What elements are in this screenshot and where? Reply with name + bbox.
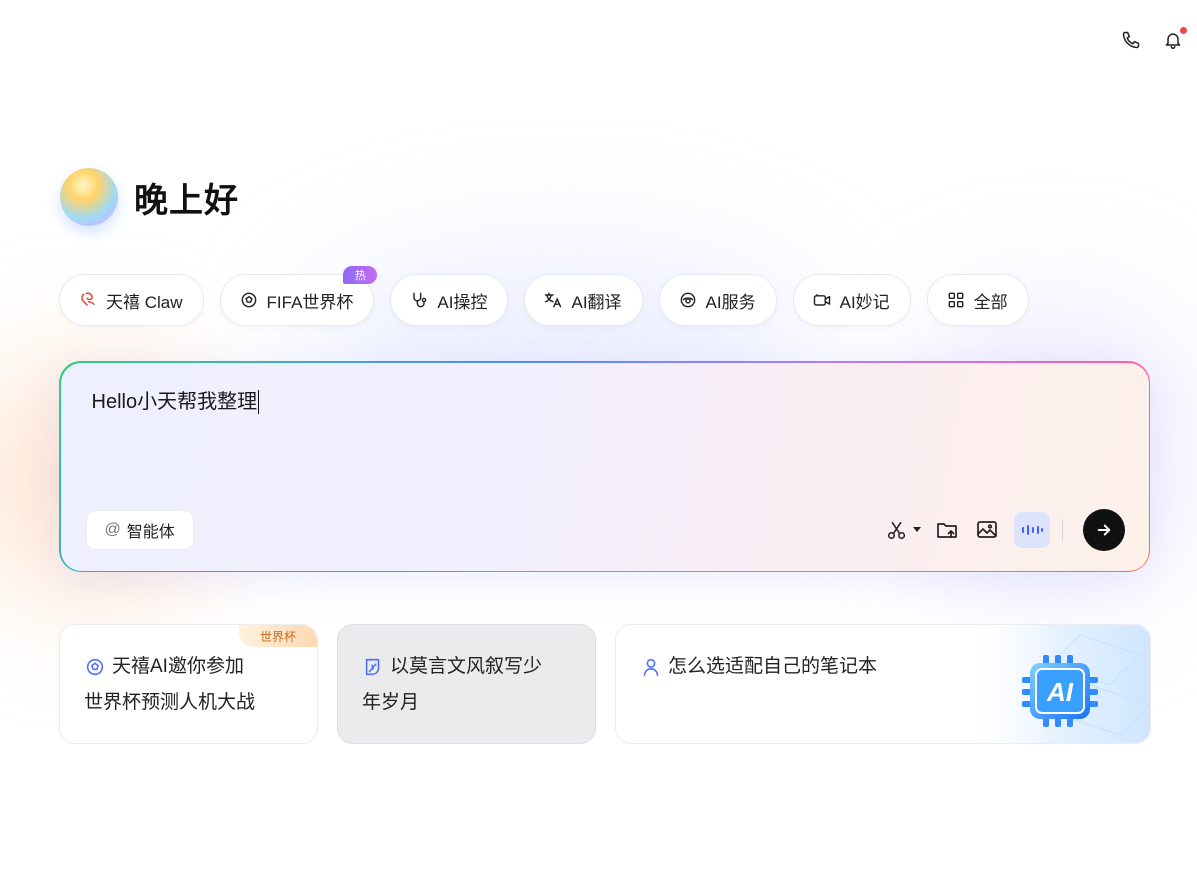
leaf-icon bbox=[365, 658, 380, 676]
send-arrow-icon bbox=[1097, 524, 1110, 535]
chip-label: AI翻译 bbox=[571, 292, 622, 312]
worldcup-tag: 世界杯 bbox=[239, 625, 317, 647]
chip-ai-notes[interactable]: AI妙记 bbox=[792, 274, 911, 326]
chip-claw[interactable]: 天禧 Claw bbox=[59, 274, 204, 326]
service-icon bbox=[680, 292, 695, 308]
scissors-icon[interactable] bbox=[884, 517, 910, 543]
voice-wave-icon bbox=[1021, 524, 1043, 535]
card-line2: 年岁月 bbox=[362, 692, 420, 713]
chip-ai-control[interactable]: AI操控 bbox=[390, 274, 509, 326]
send-button[interactable] bbox=[1082, 508, 1125, 551]
voice-input-button[interactable] bbox=[1013, 511, 1050, 548]
grid-icon bbox=[948, 292, 964, 308]
image-upload-icon[interactable] bbox=[974, 517, 1000, 543]
card-line1: 以莫言文风叙写少 bbox=[390, 656, 543, 677]
phone-icon[interactable] bbox=[1121, 30, 1141, 50]
agent-button[interactable]: @ 智能体 bbox=[85, 509, 194, 550]
top-bar bbox=[1121, 27, 1187, 50]
chip-label: 天禧 Claw bbox=[106, 292, 183, 312]
chip-label: FIFA世界杯 bbox=[266, 292, 354, 312]
quick-actions: 天禧 Claw FIFA世界杯 热 AI操控 AI翻译 AI服务 AI妙记 全部 bbox=[59, 266, 1029, 326]
recorder-icon bbox=[813, 294, 830, 306]
divider bbox=[1061, 518, 1063, 541]
composer: Hello小天帮我整理 @ 智能体 bbox=[59, 361, 1150, 572]
composer-input[interactable]: Hello小天帮我整理 bbox=[92, 389, 260, 414]
card-line2: 世界杯预测人机大战 bbox=[84, 692, 256, 713]
bell-icon[interactable] bbox=[1163, 27, 1187, 50]
chip-ai-service[interactable]: AI服务 bbox=[658, 274, 777, 326]
soccer-icon bbox=[241, 292, 256, 308]
control-icon bbox=[413, 292, 427, 308]
translate-icon bbox=[545, 292, 562, 308]
chip-fifa[interactable]: FIFA世界杯 热 bbox=[219, 266, 378, 326]
card-line1: 怎么选适配自己的笔记本 bbox=[668, 656, 878, 677]
chip-label: 全部 bbox=[973, 292, 1008, 312]
chip-label: AI操控 bbox=[437, 292, 488, 312]
at-icon: @ bbox=[104, 520, 121, 538]
suggestion-cards: 世界杯 天禧AI邀你参加 世界杯预测人机大战 以莫言文风叙写少 年岁月 怎么选适… bbox=[59, 624, 1151, 744]
chip-label: AI服务 bbox=[705, 292, 756, 312]
card-line1: 天禧AI邀你参加 bbox=[112, 656, 244, 677]
suggestion-card-worldcup[interactable]: 世界杯 天禧AI邀你参加 世界杯预测人机大战 bbox=[59, 624, 318, 744]
ai-chip-text: AI bbox=[1046, 677, 1074, 707]
suggestion-card-laptop[interactable]: 怎么选适配自己的笔记本 AI bbox=[615, 624, 1151, 744]
hot-badge: 热 bbox=[343, 266, 378, 284]
agent-label: 智能体 bbox=[126, 523, 175, 541]
claw-icon bbox=[81, 292, 95, 306]
ai-chip-icon: AI bbox=[960, 625, 1150, 743]
soccer-icon bbox=[86, 658, 104, 676]
composer-tools bbox=[884, 508, 1125, 551]
notification-dot bbox=[1180, 27, 1187, 34]
person-icon bbox=[643, 658, 659, 677]
greeting-text: 晚上好 bbox=[134, 181, 239, 220]
composer-body: Hello小天帮我整理 @ 智能体 bbox=[60, 362, 1149, 571]
suggestion-card-moyan[interactable]: 以莫言文风叙写少 年岁月 bbox=[337, 624, 596, 744]
chevron-down-icon[interactable] bbox=[912, 526, 922, 533]
assistant-orb-icon bbox=[60, 168, 118, 226]
chip-ai-translate[interactable]: AI翻译 bbox=[524, 274, 643, 326]
folder-upload-icon[interactable] bbox=[934, 517, 960, 543]
greeting: 晚上好 bbox=[60, 168, 239, 226]
chip-label: AI妙记 bbox=[839, 292, 890, 312]
chip-all[interactable]: 全部 bbox=[926, 274, 1029, 326]
